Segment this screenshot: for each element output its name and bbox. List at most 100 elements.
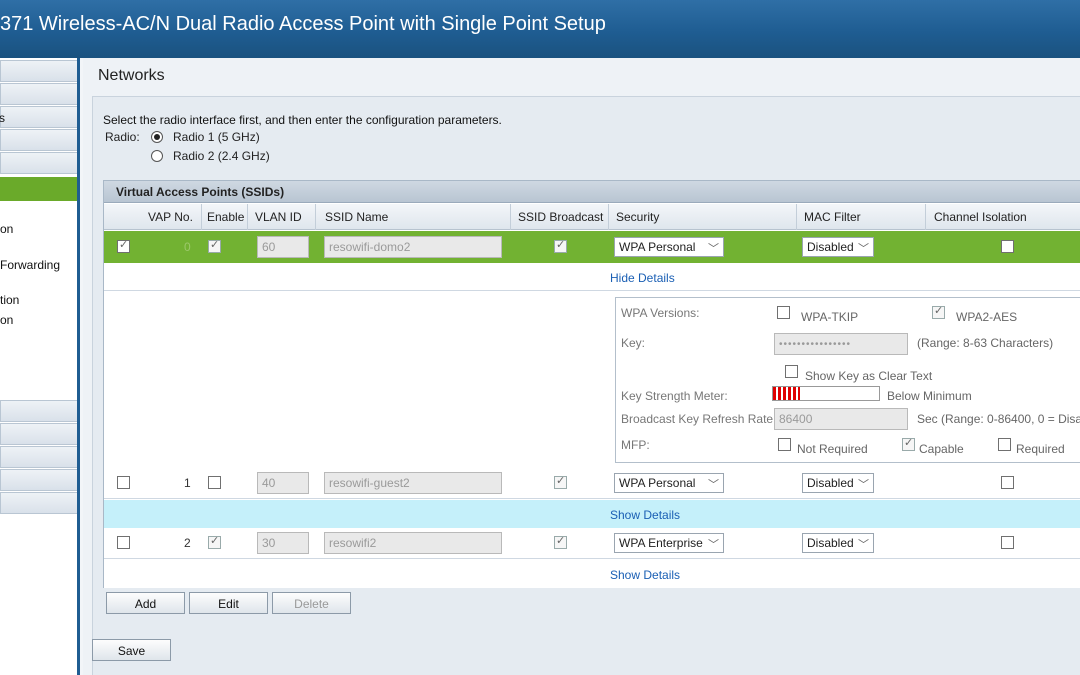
ssid-broadcast-checkbox[interactable] (554, 238, 567, 253)
refresh-rate-range: Sec (Range: 0-86400, 0 = Disa (917, 412, 1080, 426)
refresh-rate-label: Broadcast Key Refresh Rate (621, 412, 774, 426)
vap-number: 0 (184, 240, 191, 254)
table-header-row: VAP No. Enable VLAN ID SSID Name SSID Br… (104, 204, 1080, 230)
sidebar-item-label[interactable]: Forwarding (0, 258, 60, 272)
table-title-bar: Virtual Access Points (SSIDs) (104, 181, 1080, 203)
hide-details-link[interactable]: Hide Details (610, 271, 675, 285)
radio-2-label[interactable]: Radio 2 (2.4 GHz) (173, 149, 270, 163)
enable-checkbox[interactable] (208, 476, 221, 489)
enable-checkbox[interactable] (208, 238, 221, 253)
wpa2-aes-label: WPA2-AES (956, 310, 1018, 324)
mac-filter-select[interactable]: Disabled ﹀ (802, 473, 874, 493)
table-row[interactable]: 1 40 resowifi-guest2 WPA Personal ﹀ Disa… (104, 468, 1080, 499)
vlan-id-input[interactable]: 40 (257, 472, 309, 494)
col-divider (315, 204, 316, 230)
enable-checkbox[interactable] (208, 534, 221, 549)
sidebar-item-label[interactable]: on (0, 222, 13, 236)
vlan-id-input[interactable]: 60 (257, 236, 309, 258)
sidebar-nav-button[interactable] (0, 400, 77, 422)
sidebar-item-active[interactable] (0, 177, 77, 201)
row-select-checkbox[interactable] (117, 476, 130, 489)
radio-2-button[interactable] (151, 150, 163, 162)
key-strength-text: Below Minimum (887, 389, 972, 403)
sidebar-item-label[interactable]: tion (0, 293, 19, 307)
mfp-capable-label: Capable (919, 442, 964, 456)
mfp-not-required-checkbox[interactable] (778, 438, 791, 451)
sidebar-item-label[interactable]: on (0, 313, 13, 327)
mac-filter-select-value: Disabled (807, 240, 854, 254)
main-content: Networks Select the radio interface firs… (83, 58, 1080, 675)
channel-isolation-checkbox[interactable] (1001, 476, 1014, 489)
sidebar-nav-button[interactable] (0, 129, 77, 151)
wpa2-aes-checkbox[interactable] (932, 304, 945, 319)
mfp-capable-checkbox[interactable] (902, 436, 915, 451)
chevron-down-icon: ﹀ (708, 243, 719, 255)
channel-isolation-checkbox[interactable] (1001, 240, 1014, 253)
table-row[interactable]: 2 30 resowifi2 WPA Enterprise ﹀ Disabled… (104, 528, 1080, 559)
table-row[interactable]: 0 60 resowifi-domo2 WPA Personal ﹀ Disab… (104, 231, 1080, 263)
col-channel-isolation: Channel Isolation (934, 210, 1027, 224)
show-key-label: Show Key as Clear Text (805, 369, 933, 383)
save-button[interactable]: Save (92, 639, 171, 661)
sidebar-nav-button[interactable] (0, 446, 77, 468)
sidebar-nav-button[interactable] (0, 423, 77, 445)
delete-button[interactable]: Delete (272, 592, 351, 614)
ssid-name-input[interactable]: resowifi-domo2 (324, 236, 502, 258)
add-button[interactable]: Add (106, 592, 185, 614)
security-select[interactable]: WPA Enterprise ﹀ (614, 533, 724, 553)
page-title: Networks (98, 67, 165, 84)
vap-number: 2 (184, 536, 191, 550)
channel-isolation-checkbox[interactable] (1001, 536, 1014, 549)
show-details-link[interactable]: Show Details (610, 508, 680, 522)
col-mac-filter: MAC Filter (804, 210, 861, 224)
details-link-row: Show Details (104, 500, 1080, 528)
row-select-checkbox[interactable] (117, 536, 130, 549)
col-divider (510, 204, 511, 230)
security-select[interactable]: WPA Personal ﹀ (614, 237, 724, 257)
mac-filter-select[interactable]: Disabled ﹀ (802, 237, 874, 257)
wpa-tkip-checkbox[interactable] (777, 306, 790, 319)
sidebar-nav-button[interactable] (0, 60, 77, 82)
col-divider (796, 204, 797, 230)
table-title: Virtual Access Points (SSIDs) (116, 185, 285, 199)
key-range-hint: (Range: 8-63 Characters) (917, 336, 1054, 350)
chevron-down-icon: ﹀ (858, 539, 869, 551)
mfp-required-checkbox[interactable] (998, 438, 1011, 451)
col-divider (201, 204, 202, 230)
mac-filter-select[interactable]: Disabled ﹀ (802, 533, 874, 553)
ssid-name-input[interactable]: resowifi2 (324, 532, 502, 554)
show-key-checkbox[interactable] (785, 365, 798, 378)
ssid-broadcast-checkbox[interactable] (554, 474, 567, 489)
vlan-id-input[interactable]: 30 (257, 532, 309, 554)
mfp-label: MFP: (621, 438, 650, 452)
sidebar-nav-button[interactable] (0, 83, 77, 105)
app-header: 371 Wireless-AC/N Dual Radio Access Poin… (0, 0, 1080, 58)
mac-filter-select-value: Disabled (807, 536, 854, 550)
mac-filter-select-value: Disabled (807, 476, 854, 490)
radio-1-label[interactable]: Radio 1 (5 GHz) (173, 130, 260, 144)
mfp-required-label: Required (1016, 442, 1065, 456)
chevron-down-icon: ﹀ (708, 539, 719, 551)
row-select-checkbox[interactable] (117, 238, 130, 253)
vap-number: 1 (184, 476, 191, 490)
col-divider (247, 204, 248, 230)
sidebar: s on Forwarding tion on (0, 58, 80, 675)
sidebar-item-label: s (0, 111, 5, 125)
sidebar-nav-button[interactable]: s (0, 106, 77, 128)
security-select-value: WPA Personal (619, 240, 696, 254)
edit-button[interactable]: Edit (189, 592, 268, 614)
security-select[interactable]: WPA Personal ﹀ (614, 473, 724, 493)
wpa-tkip-label: WPA-TKIP (801, 310, 859, 324)
ssid-broadcast-checkbox[interactable] (554, 534, 567, 549)
sidebar-nav-button[interactable] (0, 492, 77, 514)
ssid-name-input[interactable]: resowifi-guest2 (324, 472, 502, 494)
key-input[interactable]: •••••••••••••••• (774, 333, 908, 355)
radio-1-button[interactable] (151, 131, 163, 143)
sidebar-nav-button[interactable] (0, 469, 77, 491)
security-select-value: WPA Personal (619, 476, 696, 490)
show-details-link[interactable]: Show Details (610, 568, 680, 582)
sidebar-nav-button[interactable] (0, 152, 77, 174)
refresh-rate-input[interactable]: 86400 (774, 408, 908, 430)
col-divider (608, 204, 609, 230)
col-vap-no: VAP No. (148, 210, 193, 224)
